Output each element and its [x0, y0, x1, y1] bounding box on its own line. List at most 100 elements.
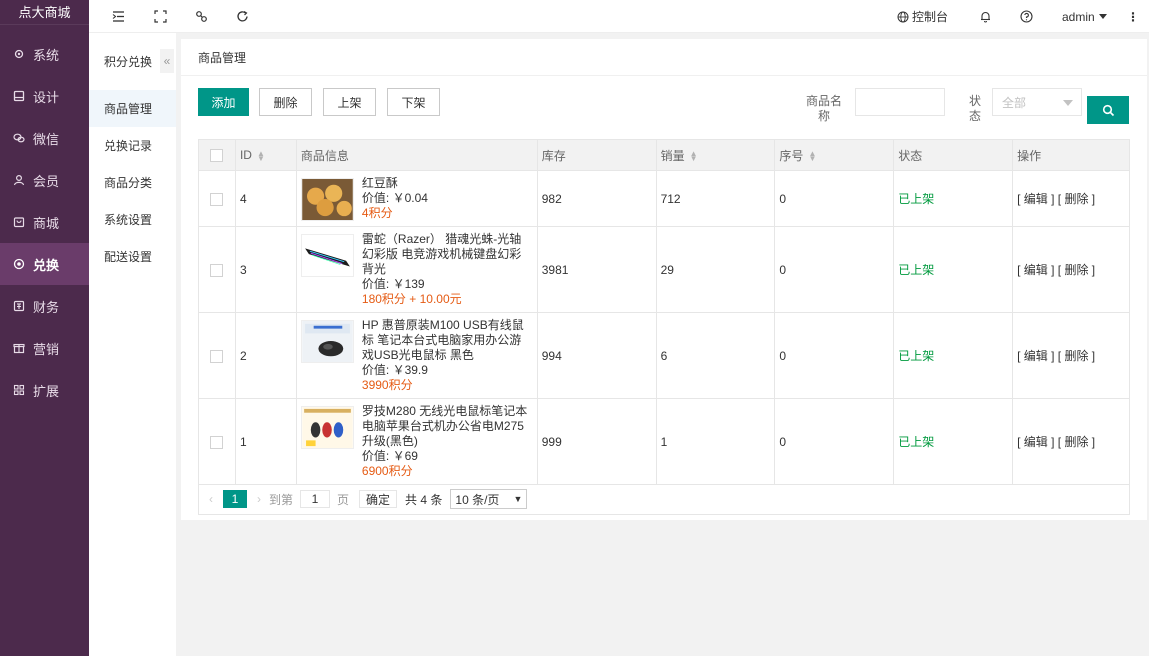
refresh-icon[interactable] [234, 8, 250, 24]
off-shelf-button[interactable]: 下架 [387, 88, 440, 116]
submenu-item-category[interactable]: 商品分类 [89, 164, 176, 201]
sidebar-item-label: 系统 [33, 47, 60, 63]
sidebar-item-exchange[interactable]: 兑换 [0, 243, 89, 285]
product-thumbnail[interactable] [300, 234, 354, 277]
sidebar-item-design[interactable]: 设计 [0, 75, 89, 117]
sidebar-item-label: 会员 [33, 173, 60, 189]
extend-icon [12, 383, 26, 397]
next-page-icon[interactable]: › [257, 492, 261, 506]
cell-info: 红豆酥 价值: ￥0.04 4积分 [295, 170, 538, 227]
product-price: 价值: ￥39.9 [361, 363, 428, 377]
cell-id: 1 [234, 398, 297, 485]
header-stock: 库存 [536, 139, 657, 171]
submenu-title-label: 积分兑换 [104, 55, 153, 69]
status-select[interactable]: 全部 [992, 88, 1082, 116]
product-name-input[interactable] [855, 88, 945, 116]
cell-status: 已上架 [893, 226, 1014, 313]
row-checkbox[interactable] [210, 435, 224, 449]
globe-icon [897, 11, 909, 23]
sort-icon[interactable]: ▲ ▼ [808, 150, 816, 163]
console-link[interactable]: 控制台 [897, 0, 948, 33]
sidebar-item-member[interactable]: 会员 [0, 159, 89, 201]
add-button[interactable]: 添加 [198, 88, 249, 116]
confirm-button[interactable]: 确定 [359, 490, 398, 508]
cell-order: 0 [774, 312, 895, 399]
user-name: admin [1062, 9, 1095, 24]
row-checkbox[interactable] [210, 263, 224, 277]
cell-id: 4 [234, 170, 297, 227]
submenu-item-product[interactable]: 商品管理 [89, 90, 176, 127]
row-checkbox[interactable] [210, 349, 224, 363]
submenu-item-records[interactable]: 兑换记录 [89, 127, 176, 164]
cell-ops[interactable]: [ 编辑 ] [ 删除 ] [1012, 226, 1130, 313]
product-thumbnail[interactable] [300, 320, 354, 363]
collapse-button[interactable]: « [160, 49, 174, 73]
app-logo[interactable]: 点大商城 [0, 0, 89, 25]
more-icon[interactable]: ⋮ [1127, 0, 1139, 33]
sidebar-item-label: 财务 [33, 299, 60, 315]
current-page[interactable]: 1 [223, 490, 247, 508]
page-input[interactable]: 1 [300, 490, 331, 508]
cell-id: 2 [234, 312, 297, 399]
row-checkbox[interactable] [210, 192, 224, 206]
bell-icon[interactable] [977, 8, 993, 24]
product-price: 价值: ￥139 [361, 277, 425, 291]
cell-stock: 982 [536, 170, 657, 227]
cell-ops[interactable]: [ 编辑 ] [ 删除 ] [1012, 170, 1130, 227]
page-size-select[interactable]: 10 条/页 ▼ [450, 489, 528, 509]
header-id-label: ID [239, 148, 252, 162]
table-row: 4 红豆酥 价值: ￥0.04 4积分 982 712 0 已上架 [ 编辑]… [198, 170, 1130, 227]
prev-page-icon[interactable]: ‹ [209, 492, 213, 506]
cell-stock: 999 [536, 398, 657, 485]
header-order[interactable]: 序号 ▲ ▼ [774, 139, 895, 171]
cell-sales: 1 [655, 398, 776, 485]
secondary-menu: 积分兑换 « 商品管理 兑换记录 商品分类 系统设置 配送设置 [89, 33, 176, 656]
select-all-checkbox[interactable] [210, 149, 224, 163]
sidebar-item-wechat[interactable]: 微信 [0, 117, 89, 159]
header-sales[interactable]: 销量 ▲ ▼ [655, 139, 776, 171]
delete-button[interactable]: 删除 [259, 88, 312, 116]
product-name: HP 惠普原装M100 USB有线鼠标 笔记本台式电脑家用办公游戏USB光电鼠标… [361, 318, 524, 362]
cell-ops[interactable]: [ 编辑 ] [ 删除 ] [1012, 398, 1130, 485]
product-thumbnail[interactable] [300, 178, 354, 221]
top-header: 控制台 admin ⋮ [89, 0, 1149, 33]
header-id[interactable]: ID ▲ ▼ [234, 139, 297, 171]
on-shelf-button[interactable]: 上架 [323, 88, 376, 116]
product-name: 罗技M280 无线光电鼠标笔记本电脑苹果台式机办公省电M275升级(黑色) [361, 404, 528, 448]
user-menu[interactable]: admin [1062, 0, 1107, 33]
submenu-item-settings[interactable]: 系统设置 [89, 201, 176, 238]
page-size-value: 10 条/页 [455, 492, 500, 507]
cell-status: 已上架 [893, 398, 1014, 485]
user-icon [12, 173, 26, 187]
sidebar-nav: 系统 设计 微信 会员 商城 兑换 财务 营销 扩展 [0, 33, 89, 411]
sidebar-item-extend[interactable]: 扩展 [0, 369, 89, 411]
product-thumbnail[interactable] [300, 406, 354, 449]
sidebar-item-shop[interactable]: 商城 [0, 201, 89, 243]
help-icon[interactable] [1018, 8, 1034, 24]
gear-icon [12, 47, 26, 61]
wechat-icon [12, 131, 26, 145]
header-info: 商品信息 [295, 139, 538, 171]
product-points: 6900积分 [361, 464, 413, 478]
fullscreen-icon[interactable] [152, 8, 168, 24]
link-icon[interactable] [193, 8, 209, 24]
product-name-label: 商品名称 [805, 94, 842, 123]
marketing-icon [12, 341, 26, 355]
sort-icon[interactable]: ▲ ▼ [257, 149, 265, 162]
header-sales-label: 销量 [660, 148, 685, 163]
total-count: 共 4 条 [405, 492, 443, 507]
sidebar-item-marketing[interactable]: 营销 [0, 327, 89, 369]
product-name: 雷蛇（Razer） 猎魂光蛛-光轴幻彩版 电竞游戏机械键盘幻彩背光 [361, 232, 522, 276]
sidebar-item-finance[interactable]: 财务 [0, 285, 89, 327]
exchange-icon [12, 257, 26, 271]
content-card: 商品管理 添加 删除 上架 下架 商品名称 状态 全部 ID ▲ ▼ 商品信息 库存… [181, 39, 1147, 520]
main-sidebar: 点大商城 系统 设计 微信 会员 商城 兑换 财务 营销 扩展 [0, 0, 89, 656]
console-label: 控制台 [912, 10, 949, 24]
menu-fold-icon[interactable] [110, 8, 126, 24]
table-header-row: ID ▲ ▼ 商品信息 库存 销量 ▲ ▼ 序号 ▲ ▼ 状态 操作 [198, 139, 1130, 171]
sort-icon[interactable]: ▲ ▼ [690, 150, 698, 163]
search-button[interactable] [1087, 96, 1129, 124]
submenu-item-delivery[interactable]: 配送设置 [89, 238, 176, 275]
cell-ops[interactable]: [ 编辑 ] [ 删除 ] [1012, 312, 1130, 399]
sidebar-item-system[interactable]: 系统 [0, 33, 89, 75]
